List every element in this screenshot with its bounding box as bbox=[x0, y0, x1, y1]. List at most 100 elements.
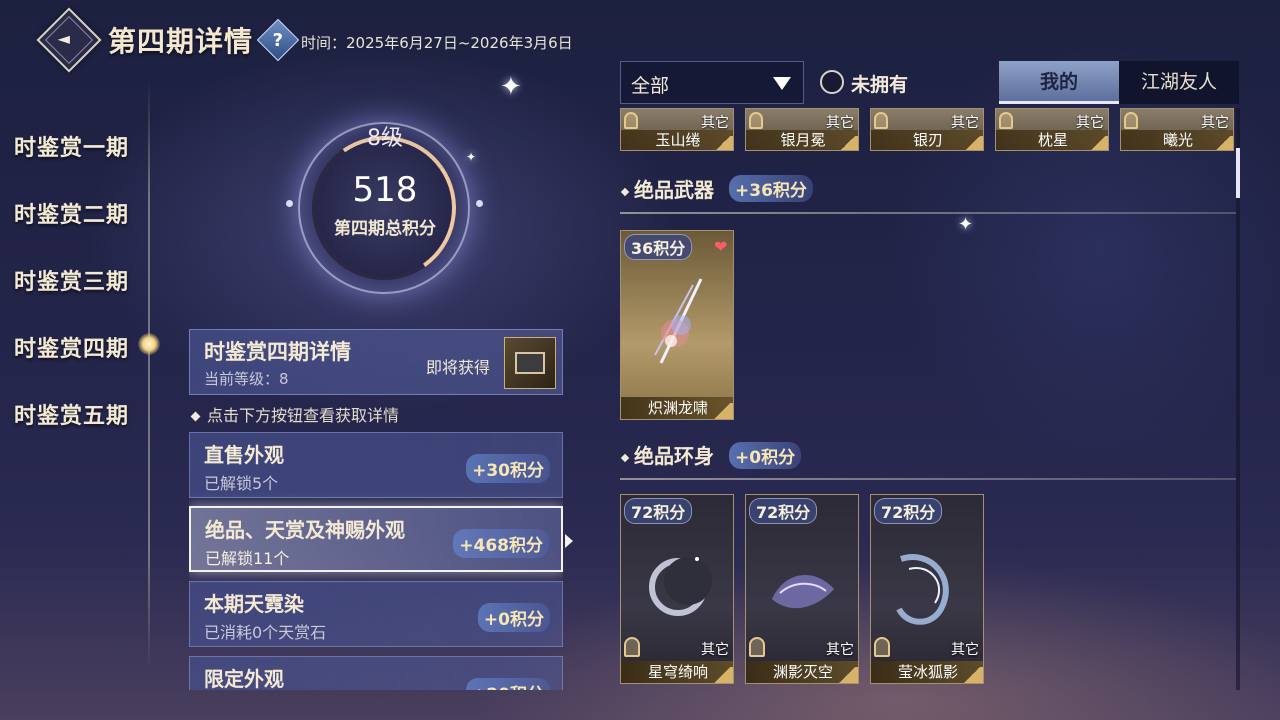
lock-icon bbox=[624, 112, 638, 129]
corner-ornament-icon bbox=[836, 667, 858, 683]
header: ◄ 第四期详情 ? 时间：2025年6月27日~2026年3月6日 bbox=[36, 7, 573, 73]
source-sub: 已解锁5个 bbox=[204, 474, 279, 493]
sparkle-icon: ✦ bbox=[958, 214, 974, 235]
level-text: 8级 bbox=[367, 126, 403, 151]
gallery-scrollbar[interactable] bbox=[1236, 108, 1240, 690]
item-tag: 其它 bbox=[951, 115, 979, 131]
help-button[interactable]: ? bbox=[256, 18, 300, 62]
source-points: +30积分 bbox=[466, 454, 550, 483]
lock-icon bbox=[749, 637, 765, 657]
crescent-moon-art bbox=[649, 557, 712, 616]
nav-divider bbox=[148, 80, 150, 670]
tab-mine[interactable]: 我的 bbox=[999, 61, 1119, 104]
item-card[interactable]: 72积分 其它 莹冰狐影 bbox=[870, 494, 984, 684]
level-ring: 8级 518 第四期总积分 bbox=[286, 112, 484, 302]
hint-label: 点击下方按钮查看获取详情 bbox=[207, 406, 400, 425]
dropdown-value: 全部 bbox=[631, 75, 670, 97]
period-time: 时间：2025年6月27日~2026年3月6日 bbox=[301, 33, 573, 52]
not-owned-label: 未拥有 bbox=[851, 74, 909, 96]
section-title-text: 绝品武器 bbox=[634, 178, 714, 202]
source-item[interactable]: 直售外观 已解锁5个 +30积分 bbox=[189, 432, 563, 498]
item-card[interactable]: 72积分 其它 星穹绮响 bbox=[620, 494, 734, 684]
lock-icon bbox=[874, 637, 890, 657]
total-score: 518 bbox=[352, 170, 418, 210]
section-title: 绝品环身 bbox=[620, 440, 714, 469]
question-icon: ? bbox=[272, 29, 284, 51]
ice-fox-art bbox=[896, 554, 949, 625]
section-title-text: 绝品环身 bbox=[634, 444, 714, 468]
diamond-bullet-icon bbox=[620, 187, 630, 196]
nav-item-period-3[interactable]: 时鉴赏三期 bbox=[14, 264, 129, 296]
source-item-selected[interactable]: 绝品、天赏及神赐外观 已解锁11个 +468积分 bbox=[189, 506, 563, 572]
back-button[interactable]: ◄ bbox=[36, 7, 102, 73]
item-card[interactable]: 其它 枕星 bbox=[995, 108, 1109, 151]
item-card[interactable]: 其它 银月冕 bbox=[745, 108, 859, 151]
selected-nav-marker-icon bbox=[138, 333, 160, 355]
coming-soon-label: 即将获得 bbox=[426, 358, 491, 377]
upcoming-reward-item[interactable] bbox=[504, 337, 556, 389]
page-title: 第四期详情 bbox=[108, 25, 254, 58]
source-item[interactable]: 本期天霓染 已消耗0个天赏石 +0积分 bbox=[189, 581, 563, 647]
corner-ornament-icon bbox=[1213, 136, 1233, 150]
item-tag: 其它 bbox=[826, 115, 854, 131]
section-divider bbox=[620, 212, 1236, 214]
not-owned-radio[interactable] bbox=[820, 70, 844, 94]
item-points: 72积分 bbox=[624, 498, 693, 524]
detail-title: 时鉴赏四期详情 bbox=[204, 339, 351, 364]
item-card[interactable]: 其它 玉山绻 bbox=[620, 108, 734, 151]
nav-item-period-5[interactable]: 时鉴赏五期 bbox=[14, 398, 129, 430]
item-tag: 其它 bbox=[826, 642, 854, 658]
section-divider bbox=[620, 478, 1236, 480]
source-points: +468积分 bbox=[453, 529, 549, 558]
source-item[interactable]: 限定外观 +20积分 bbox=[189, 656, 563, 690]
diamond-bullet-icon bbox=[620, 453, 630, 462]
item-points: 36积分 bbox=[624, 234, 693, 260]
item-tag: 其它 bbox=[951, 642, 979, 658]
item-card[interactable]: 36积分 ❤ 炽渊龙啸 bbox=[620, 230, 734, 420]
lock-icon bbox=[1124, 112, 1138, 129]
item-tag: 其它 bbox=[701, 115, 729, 131]
current-level: 当前等级：8 bbox=[204, 370, 289, 388]
source-sub: 已消耗0个天赏石 bbox=[204, 623, 327, 642]
total-score-label: 第四期总积分 bbox=[334, 219, 436, 239]
nav-item-period-2[interactable]: 时鉴赏二期 bbox=[14, 197, 129, 229]
item-points: 72积分 bbox=[749, 498, 818, 524]
corner-ornament-icon bbox=[711, 667, 733, 683]
lock-icon bbox=[999, 112, 1013, 129]
score-source-list[interactable]: 直售外观 已解锁5个 +30积分 绝品、天赏及神赐外观 已解锁11个 +468积… bbox=[189, 432, 563, 690]
corner-ornament-icon bbox=[713, 136, 733, 150]
selected-pointer-icon bbox=[565, 534, 573, 548]
item-tag: 其它 bbox=[1076, 115, 1104, 131]
source-name: 限定外观 bbox=[204, 667, 284, 690]
item-tag: 其它 bbox=[701, 642, 729, 658]
heart-icon: ❤ bbox=[714, 237, 728, 256]
lock-icon bbox=[874, 112, 888, 129]
reward-frame-icon bbox=[515, 352, 545, 374]
hint-text: 点击下方按钮查看获取详情 bbox=[190, 402, 400, 426]
tab-friends[interactable]: 江湖友人 bbox=[1119, 61, 1239, 104]
corner-ornament-icon bbox=[963, 136, 983, 150]
item-card[interactable]: 其它 曦光 bbox=[1120, 108, 1234, 151]
item-tag: 其它 bbox=[1201, 115, 1229, 131]
scrollbar-thumb[interactable] bbox=[1236, 148, 1240, 198]
corner-ornament-icon bbox=[838, 136, 858, 150]
source-name: 直售外观 bbox=[204, 443, 284, 467]
back-arrow-icon: ◄ bbox=[57, 28, 70, 48]
section-points: +0积分 bbox=[729, 442, 802, 469]
weapon-art bbox=[654, 278, 703, 364]
item-card[interactable]: 72积分 其它 渊影灭空 bbox=[745, 494, 859, 684]
nav-item-period-1[interactable]: 时鉴赏一期 bbox=[14, 130, 129, 162]
item-points: 72积分 bbox=[874, 498, 943, 524]
lock-icon bbox=[624, 637, 640, 657]
nav-item-period-4[interactable]: 时鉴赏四期 bbox=[14, 331, 129, 363]
diamond-bullet-icon bbox=[190, 411, 201, 422]
corner-ornament-icon bbox=[711, 403, 733, 419]
item-card[interactable]: 其它 银刃 bbox=[870, 108, 984, 151]
corner-ornament-icon bbox=[1088, 136, 1108, 150]
source-sub: 已解锁11个 bbox=[205, 549, 290, 568]
period-detail-card[interactable]: 时鉴赏四期详情 当前等级：8 即将获得 bbox=[189, 329, 563, 395]
section-points: +36积分 bbox=[729, 175, 813, 202]
source-points: +0积分 bbox=[477, 603, 550, 632]
lock-icon bbox=[749, 112, 763, 129]
category-dropdown[interactable]: 全部 bbox=[620, 61, 804, 104]
